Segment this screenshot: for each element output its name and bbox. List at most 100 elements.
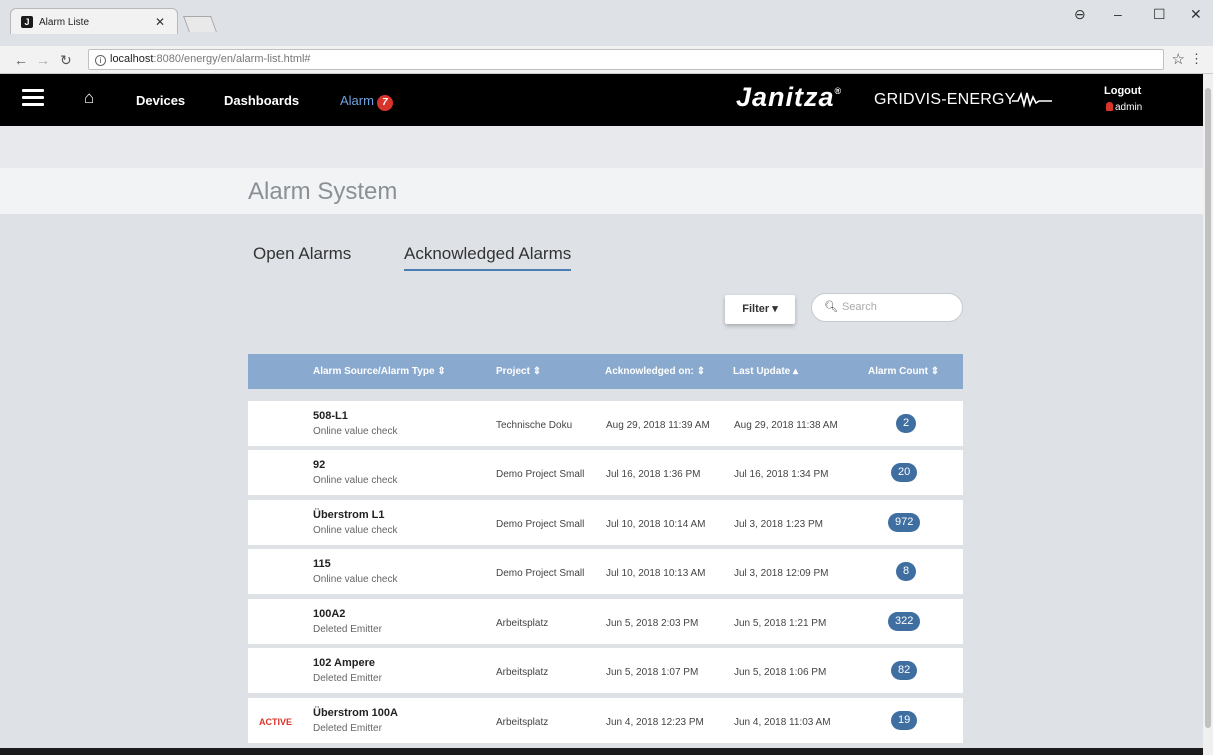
alarm-source: 100A2 — [313, 608, 346, 620]
search-input[interactable]: 🔍︎ Search — [811, 293, 963, 322]
alarm-count-badge: 2 — [896, 414, 917, 433]
alarm-source: 115 — [313, 558, 331, 570]
column-header-last-update[interactable]: Last Update ▴ — [733, 366, 798, 377]
last-update-cell: Jul 3, 2018 1:23 PM — [734, 519, 823, 530]
table-row[interactable]: 100A2 Deleted Emitter Arbeitsplatz Jun 5… — [248, 599, 963, 645]
acknowledged-cell: Jun 4, 2018 12:23 PM — [606, 717, 704, 728]
sort-asc-icon: ▴ — [793, 366, 799, 377]
tab-close-icon[interactable]: ✕ — [155, 15, 165, 29]
info-icon[interactable]: i — [95, 55, 106, 66]
column-source-label: Alarm Source/Alarm Type — [313, 366, 435, 377]
hamburger-icon[interactable] — [22, 89, 44, 107]
maximize-icon[interactable]: ☐ — [1153, 6, 1166, 23]
user-menu[interactable]: admin — [1106, 102, 1142, 113]
user-icon — [1106, 102, 1113, 111]
sort-icon: ⇕ — [437, 366, 446, 377]
minimize-icon[interactable]: – — [1114, 6, 1122, 22]
home-icon[interactable]: ⌂ — [84, 88, 94, 108]
alarm-type: Deleted Emitter — [313, 673, 382, 684]
url-path: :8080/energy/en/alarm-list.html# — [153, 53, 311, 65]
table-row[interactable]: 115 Online value check Demo Project Smal… — [248, 549, 963, 595]
alarm-type: Deleted Emitter — [313, 624, 382, 635]
page-title: Alarm System — [248, 178, 398, 205]
scrollbar-thumb[interactable] — [1205, 88, 1211, 728]
sort-icon: ⇕ — [696, 366, 706, 377]
column-header-source[interactable]: Alarm Source/Alarm Type ⇕ — [313, 366, 446, 377]
brand-name: Janitza — [736, 82, 835, 112]
search-placeholder: Search — [841, 301, 877, 313]
alarm-count-badge: 20 — [891, 463, 918, 482]
acknowledged-cell: Jun 5, 2018 2:03 PM — [606, 618, 699, 629]
browser-tab[interactable]: J Alarm Liste ✕ — [10, 8, 178, 34]
acknowledged-cell: Jun 5, 2018 1:07 PM — [606, 667, 699, 678]
nav-devices[interactable]: Devices — [136, 93, 185, 108]
forward-icon[interactable]: → — [36, 52, 50, 68]
alarm-source: 92 — [313, 459, 326, 471]
nav-alarm[interactable]: Alarm 7 — [340, 93, 393, 111]
table-row[interactable]: ACTIVE Überstrom 100A Deleted Emitter Ar… — [248, 698, 963, 744]
project-cell: Demo Project Small — [496, 469, 585, 480]
last-update-cell: Jun 5, 2018 1:06 PM — [734, 667, 827, 678]
browser-tabstrip: J Alarm Liste ✕ ⊖ – ☐ ✕ — [0, 0, 1213, 46]
alarm-count-badge: 322 — [888, 612, 921, 631]
menu-kebab-icon[interactable]: ⋮ — [1190, 51, 1203, 67]
waveform-icon — [1012, 91, 1052, 108]
project-cell: Technische Doku — [496, 420, 573, 431]
tab-open-alarms[interactable]: Open Alarms — [253, 244, 351, 269]
caret-down-icon: ▾ — [772, 303, 778, 315]
reload-icon[interactable]: ↻ — [60, 52, 72, 69]
alarm-count-badge: 8 — [896, 562, 917, 581]
filter-button[interactable]: Filter ▾ — [725, 295, 795, 324]
nav-dashboards[interactable]: Dashboards — [224, 93, 299, 108]
table-row[interactable]: 92 Online value check Demo Project Small… — [248, 450, 963, 496]
tab-acknowledged-alarms[interactable]: Acknowledged Alarms — [404, 244, 572, 271]
sort-icon: ⇕ — [532, 366, 542, 377]
column-header-acknowledged[interactable]: Acknowledged on: ⇕ — [605, 366, 705, 377]
alarm-source: Überstrom L1 — [313, 509, 385, 521]
alarm-count-badge: 19 — [891, 711, 918, 730]
alarm-type: Deleted Emitter — [313, 723, 382, 734]
title-band: Alarm System — [0, 168, 1203, 214]
bottom-edge — [0, 748, 1203, 755]
favicon-icon: J — [21, 16, 33, 28]
bookmark-star-icon[interactable]: ☆ — [1172, 50, 1185, 68]
nav-alarm-label: Alarm — [340, 93, 374, 108]
brand-logo: Janitza® — [736, 82, 842, 113]
page-band — [0, 126, 1203, 168]
last-update-cell: Aug 29, 2018 11:38 AM — [734, 420, 838, 431]
logout-link[interactable]: Logout — [1104, 85, 1141, 97]
back-icon[interactable]: ← — [14, 52, 28, 68]
project-cell: Arbeitsplatz — [496, 717, 549, 728]
project-cell: Arbeitsplatz — [496, 618, 549, 629]
alarm-count-badge: 972 — [888, 513, 921, 532]
brand-registered-mark: ® — [834, 86, 843, 96]
close-icon[interactable]: ✕ — [1190, 6, 1202, 23]
project-cell: Arbeitsplatz — [496, 667, 549, 678]
acknowledged-cell: Aug 29, 2018 11:39 AM — [606, 420, 710, 431]
last-update-cell: Jul 16, 2018 1:34 PM — [734, 469, 829, 480]
acknowledged-cell: Jul 10, 2018 10:13 AM — [606, 568, 706, 579]
search-icon: 🔍︎ — [824, 301, 838, 313]
alarm-source: 508-L1 — [313, 410, 348, 422]
profile-icon[interactable]: ⊖ — [1074, 6, 1086, 23]
filter-label: Filter — [742, 303, 770, 315]
alarm-source: 102 Ampere — [313, 657, 375, 669]
new-tab-button[interactable] — [183, 16, 217, 32]
address-bar[interactable]: i localhost:8080/energy/en/alarm-list.htm… — [88, 49, 1164, 70]
acknowledged-cell: Jul 10, 2018 10:14 AM — [606, 519, 706, 530]
column-header-count[interactable]: Alarm Count ⇕ — [868, 366, 939, 377]
last-update-cell: Jun 4, 2018 11:03 AM — [734, 717, 831, 728]
app-header: ⌂ Devices Dashboards Alarm 7 Janitza® GRI… — [0, 74, 1203, 126]
last-update-cell: Jun 5, 2018 1:21 PM — [734, 618, 827, 629]
table-row[interactable]: Überstrom L1 Online value check Demo Pro… — [248, 500, 963, 546]
column-last-update-label: Last Update — [733, 366, 791, 377]
alarm-type: Online value check — [313, 426, 398, 437]
sort-icon: ⇕ — [930, 366, 940, 377]
project-cell: Demo Project Small — [496, 519, 585, 530]
status-active-tag: ACTIVE — [259, 717, 293, 727]
table-row[interactable]: 508-L1 Online value check Technische Dok… — [248, 401, 963, 447]
table-row[interactable]: 102 Ampere Deleted Emitter Arbeitsplatz … — [248, 648, 963, 694]
brand-subtitle: GRIDVIS-ENERGY — [874, 91, 1016, 108]
column-header-project[interactable]: Project ⇕ — [496, 366, 541, 377]
alarm-type: Online value check — [313, 475, 398, 486]
